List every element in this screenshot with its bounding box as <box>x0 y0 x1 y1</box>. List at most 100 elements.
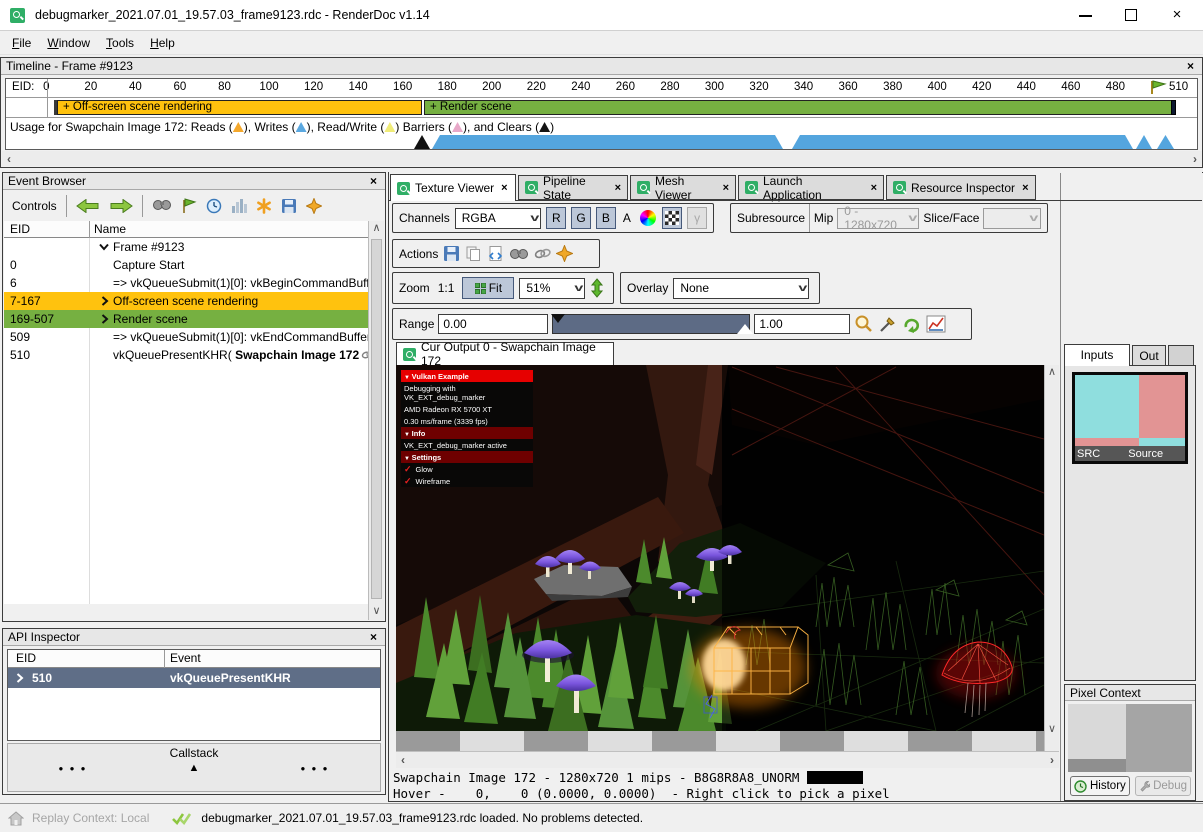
range-min-input[interactable] <box>438 314 548 334</box>
gamma-button[interactable]: γ <box>687 207 707 229</box>
api-inspector-close-icon[interactable]: × <box>367 630 380 644</box>
zoom-fit-button[interactable]: Fit <box>462 277 514 299</box>
tab-close-icon[interactable]: × <box>721 182 729 194</box>
tab-outputs[interactable]: Out <box>1132 345 1166 366</box>
api-event-column[interactable]: Event <box>170 651 201 665</box>
event-row-render[interactable]: 169-507 Render scene <box>4 310 368 328</box>
api-selected-row[interactable]: 510 vkQueuePresentKHR <box>8 668 380 688</box>
prev-event-icon[interactable] <box>76 199 100 213</box>
alpha-channel-button[interactable]: A <box>621 211 633 225</box>
event-browser-close-icon[interactable]: × <box>367 174 380 188</box>
histogram-icon[interactable] <box>926 314 946 334</box>
blue-channel-button[interactable]: B <box>596 207 616 229</box>
range-max-input[interactable] <box>754 314 850 334</box>
name-column-header[interactable]: Name <box>94 222 126 236</box>
usage-marker-1[interactable] <box>1136 135 1152 149</box>
flip-y-icon[interactable] <box>590 278 604 298</box>
save-texture-icon[interactable] <box>443 245 460 262</box>
event-row[interactable]: 0 Capture Start <box>4 256 368 274</box>
mip-select[interactable]: 0 - 1280x720v <box>837 208 919 229</box>
follow-link-icon[interactable] <box>534 248 551 260</box>
green-channel-button[interactable]: G <box>571 207 591 229</box>
usage-bar-1[interactable] <box>432 135 783 149</box>
timeline-close-icon[interactable]: × <box>1184 59 1197 73</box>
texture-hscrollbar[interactable]: ‹ › <box>396 751 1059 768</box>
maximize-button[interactable] <box>1109 0 1153 30</box>
statistics-icon[interactable] <box>231 198 247 214</box>
timeline-area[interactable]: EID: 02040608010012014016018020022024026… <box>5 78 1198 150</box>
tab-close-icon[interactable]: × <box>499 182 507 194</box>
api-eid-column[interactable]: EID <box>16 651 36 665</box>
event-row-present[interactable]: 510 vkQueuePresentKHR( Swapchain Image 1… <box>4 346 368 364</box>
bookmark-flag-icon[interactable] <box>181 198 197 214</box>
zoom-level-select[interactable]: 51%v <box>519 278 585 299</box>
custom-star-icon[interactable] <box>306 198 322 214</box>
timeline-scrollbar[interactable]: ‹ › <box>2 151 1202 166</box>
tab-resource-inspector[interactable]: Resource Inspector× <box>886 175 1036 200</box>
copy-icon[interactable] <box>465 245 482 262</box>
glow-checkbox[interactable]: ✓Glow <box>401 463 533 475</box>
callstack-section[interactable]: Callstack ● ● ● ▲ ● ● ● <box>7 743 381 792</box>
export-save-icon[interactable] <box>281 198 297 214</box>
tab-pipeline-state[interactable]: Pipeline State× <box>518 175 628 200</box>
tab-close-icon[interactable]: × <box>869 182 877 194</box>
event-row-offscreen[interactable]: 7-167 Off-screen scene rendering <box>4 292 368 310</box>
close-button[interactable]: × <box>1155 0 1199 30</box>
tab-mesh-viewer[interactable]: Mesh Viewer× <box>630 175 736 200</box>
scroll-left-icon[interactable]: ‹ <box>401 753 405 767</box>
scroll-left-icon[interactable]: ‹ <box>7 152 11 166</box>
range-slider[interactable] <box>552 314 750 334</box>
callstack-expand-icon[interactable]: ▲ <box>189 762 200 774</box>
range-black-handle[interactable] <box>551 314 565 323</box>
clear-marker[interactable] <box>414 135 430 149</box>
channels-select[interactable]: RGBAv <box>455 208 542 229</box>
replay-context-house-icon[interactable] <box>8 811 24 826</box>
reset-range-icon[interactable] <box>902 314 922 334</box>
scroll-up-icon[interactable]: ∧ <box>1045 365 1059 378</box>
minimize-button[interactable] <box>1063 0 1107 30</box>
tab-close-icon[interactable]: × <box>613 182 621 194</box>
tab-inputs[interactable]: Inputs <box>1064 344 1130 366</box>
tab-stub[interactable] <box>1168 345 1194 366</box>
usage-bar-2[interactable] <box>792 135 1133 149</box>
pixel-context-view[interactable] <box>1068 704 1192 772</box>
tab-texture-viewer[interactable]: Texture Viewer× <box>390 174 516 201</box>
filter-asterisk-icon[interactable] <box>256 198 272 214</box>
menu-item[interactable]: Help <box>142 33 183 53</box>
event-row[interactable]: 6 => vkQueueSubmit(1)[0]: vkBeginCommand… <box>4 274 368 292</box>
menu-item[interactable]: Window <box>39 33 98 53</box>
chevron-right-icon[interactable] <box>16 673 24 683</box>
chevron-right-icon[interactable] <box>101 314 109 324</box>
eid-column-header[interactable]: EID <box>10 222 30 236</box>
menu-item[interactable]: File <box>4 33 39 53</box>
scroll-up-icon[interactable]: ∧ <box>369 221 384 237</box>
autofit-magnifier-icon[interactable] <box>854 314 874 334</box>
color-wheel-icon[interactable] <box>638 207 658 229</box>
pick-value-eyedropper-icon[interactable] <box>878 314 898 334</box>
chevron-right-icon[interactable] <box>101 296 109 306</box>
next-event-icon[interactable] <box>109 199 133 213</box>
debug-button[interactable]: Debug <box>1135 776 1191 796</box>
tab-close-icon[interactable]: × <box>1020 182 1028 194</box>
texture-vscrollbar[interactable]: ∧ ∨ <box>1044 365 1059 751</box>
scroll-down-icon[interactable]: ∨ <box>1045 722 1059 735</box>
slice-face-select[interactable]: v <box>983 208 1041 229</box>
input-thumbnail[interactable]: SRC Source <box>1072 372 1188 464</box>
replay-context-label[interactable]: Replay Context: Local <box>32 811 149 825</box>
timeline-render-bar[interactable]: + Render scene <box>424 100 1176 115</box>
event-row[interactable]: 509 => vkQueueSubmit(1)[0]: vkEndCommand… <box>4 328 368 346</box>
event-row-frame[interactable]: Frame #9123 <box>4 238 368 256</box>
find-event-icon[interactable] <box>152 198 172 214</box>
timing-clock-icon[interactable] <box>206 198 222 214</box>
tab-launch-application[interactable]: Launch Application× <box>738 175 884 200</box>
timeline-offscreen-bar[interactable]: + Off-screen scene rendering <box>57 100 422 115</box>
menu-item[interactable]: Tools <box>98 33 142 53</box>
zoom-1to1-button[interactable]: 1:1 <box>435 281 458 295</box>
range-white-handle[interactable] <box>737 324 753 334</box>
wireframe-checkbox[interactable]: ✓Wireframe <box>401 475 533 487</box>
usage-marker-2[interactable] <box>1157 135 1174 149</box>
scroll-right-icon[interactable]: › <box>1050 753 1054 767</box>
open-in-editor-icon[interactable] <box>487 245 504 262</box>
goto-location-icon[interactable] <box>509 246 529 262</box>
event-browser-scrollbar[interactable]: ∧ ∨ <box>368 221 384 620</box>
